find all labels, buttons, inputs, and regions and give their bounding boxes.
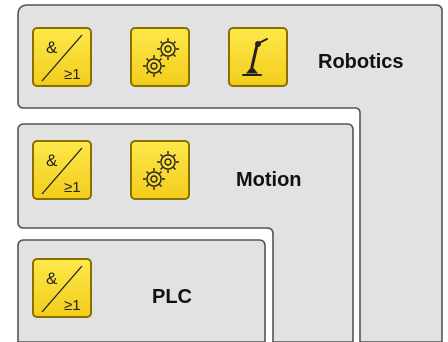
logic-and-or-icon: & ≥1 xyxy=(41,147,83,196)
logic-and-or-icon: & ≥1 xyxy=(41,265,83,314)
robot-arm-icon xyxy=(242,38,268,76)
logic-and-or-icon: & ≥1 xyxy=(41,34,83,83)
technology-selector: & ≥1 Robotics & ≥1 Motion & ≥1 PLC xyxy=(0,0,448,342)
svg-text:≥1: ≥1 xyxy=(64,66,81,83)
plc-label: PLC xyxy=(152,286,192,308)
motion-logic-button[interactable]: & ≥1 xyxy=(32,140,92,200)
robotics-gears-button[interactable] xyxy=(130,27,190,87)
plc-logic-button[interactable]: & ≥1 xyxy=(32,258,92,318)
motion-label: Motion xyxy=(236,169,302,191)
svg-text:&: & xyxy=(46,38,58,57)
robotics-robot-arm-button[interactable] xyxy=(228,27,288,87)
gears-icon xyxy=(143,151,179,190)
robotics-label: Robotics xyxy=(318,51,404,73)
svg-text:&: & xyxy=(46,269,58,288)
robotics-logic-button[interactable]: & ≥1 xyxy=(32,27,92,87)
motion-gears-button[interactable] xyxy=(130,140,190,200)
svg-text:≥1: ≥1 xyxy=(64,179,81,196)
svg-text:&: & xyxy=(46,151,58,170)
svg-text:≥1: ≥1 xyxy=(64,297,81,314)
gears-icon xyxy=(143,38,179,77)
